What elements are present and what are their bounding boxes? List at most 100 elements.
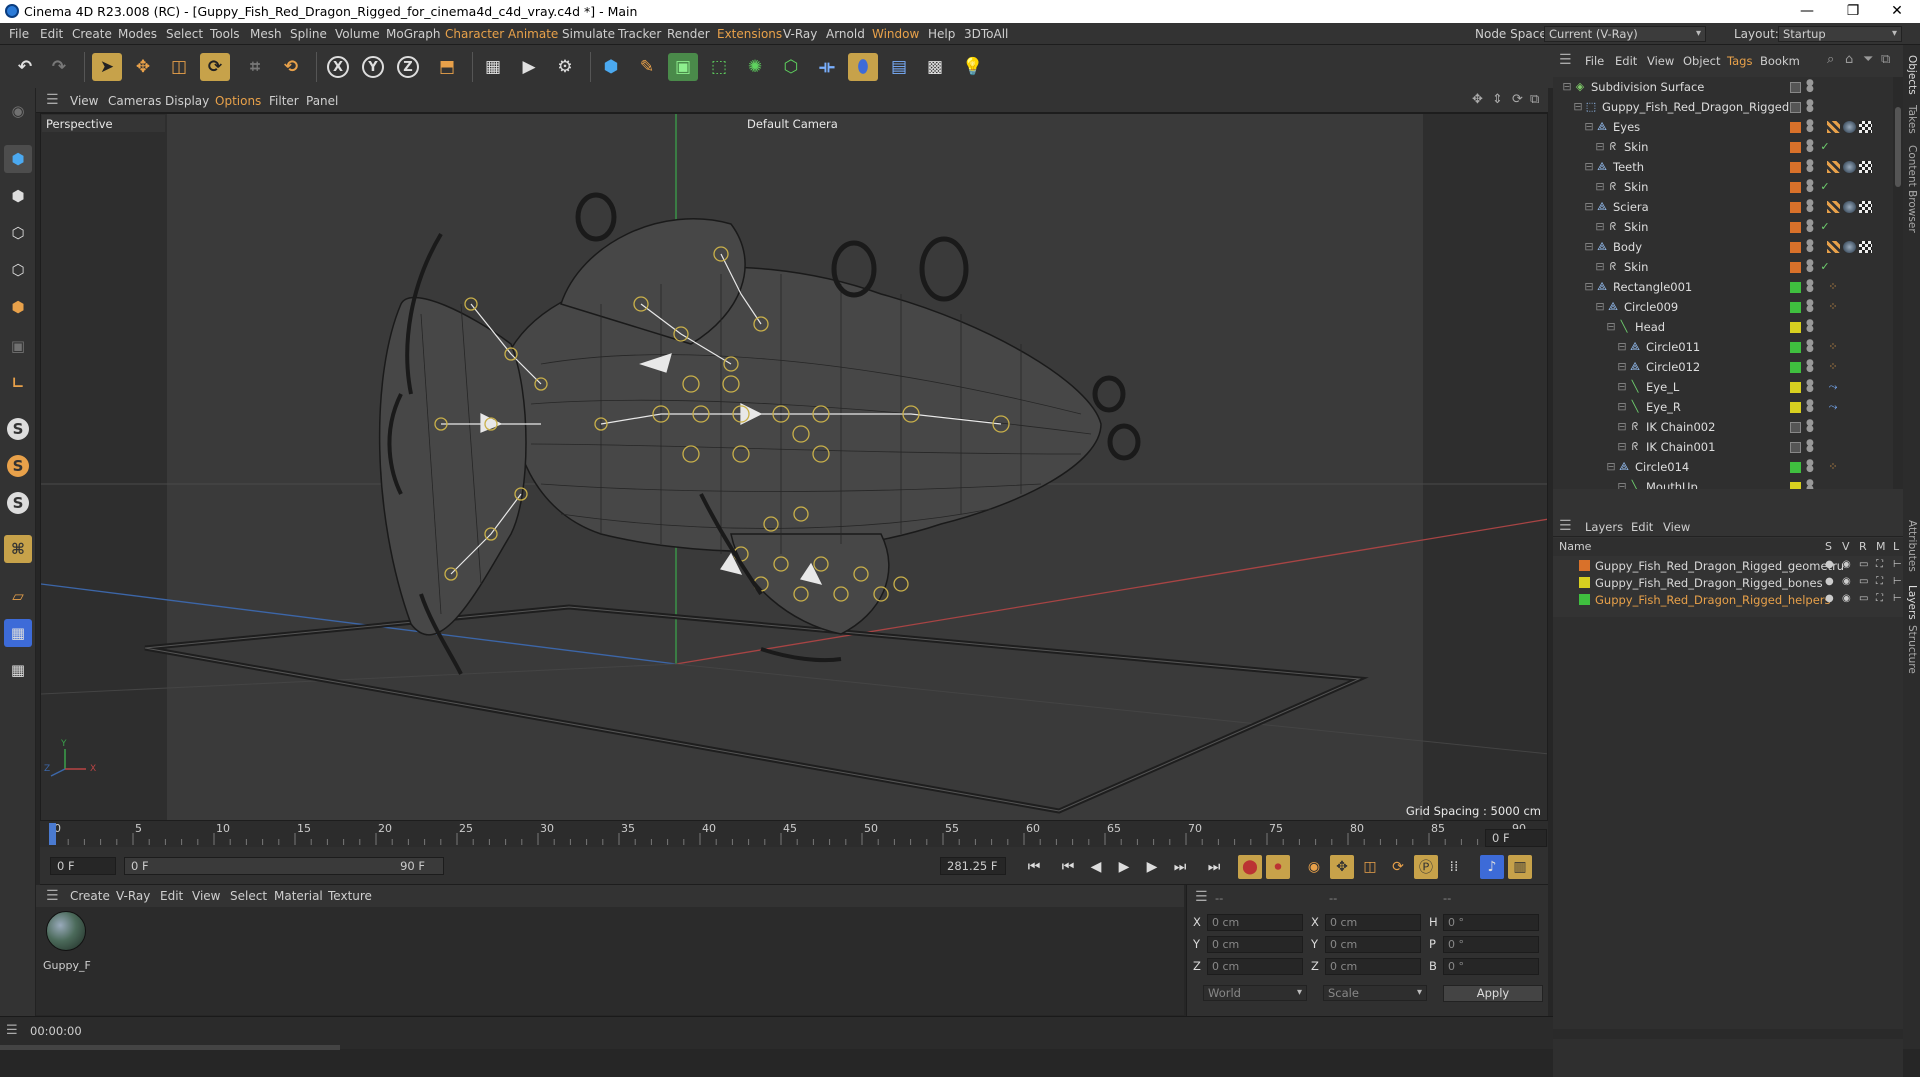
visibility-dots-icon[interactable]: ● ● [1806,359,1814,374]
object-name[interactable]: Head [1635,320,1665,334]
viewport-hamburger-icon[interactable]: ☰ [46,92,59,108]
rotation-p-field[interactable]: 0 ° [1443,936,1539,953]
current-time-field[interactable]: 281.25 F [940,857,1006,875]
object-name[interactable]: Body [1613,240,1642,254]
side-tab-layers[interactable]: Layers [1906,585,1918,620]
layer-color-swatch[interactable] [1790,182,1801,193]
menu-vray[interactable]: V-Ray [783,27,817,41]
key-parameter-button[interactable]: Ⓟ [1414,855,1438,879]
object-name[interactable]: Skin [1624,220,1648,234]
visibility-dots-icon[interactable]: ● ● [1806,319,1814,334]
floor-button[interactable]: ▤ [884,53,914,81]
camera-button[interactable]: ▩ [920,53,950,81]
ik-tag-icon[interactable]: ⤳ [1827,381,1839,393]
objects-menu-view[interactable]: View [1647,54,1674,68]
edges-mode-button[interactable]: ⬡ [4,256,32,284]
menu-spline[interactable]: Spline [290,27,327,41]
layer-color-swatch[interactable] [1790,162,1801,173]
tweak-mode-button[interactable]: ⌘ [4,535,32,563]
expand-toggle-icon[interactable]: ⊟ [1605,321,1617,333]
points-mode-button[interactable]: ⬡ [4,219,32,247]
visibility-dots-icon[interactable]: ● ● [1806,399,1814,414]
menu-volume[interactable]: Volume [335,27,380,41]
status-hamburger-icon[interactable]: ☰ [6,1023,18,1038]
bend-deformer-button[interactable]: ⬡ [776,53,806,81]
viewport-zoom-icon[interactable]: ⇕ [1492,92,1503,107]
object-row[interactable]: ⊟ ᖇ Skin ● ● ✓ [1553,137,1893,157]
select-tool-button[interactable]: ➤ [92,53,122,81]
light-button[interactable]: 💡 [958,53,988,81]
layer-color-swatch[interactable] [1790,382,1801,393]
menu-simulate[interactable]: Simulate [562,27,615,41]
menu-animate[interactable]: Animate [508,27,558,41]
object-row[interactable]: ⊟ ◈ Subdivision Surface ● ● [1553,77,1893,97]
snap-button[interactable]: S [4,415,32,443]
layers-menu-view[interactable]: View [1663,520,1690,534]
layer-name[interactable]: Guppy_Fish_Red_Dragon_Rigged_geometru [1595,559,1844,573]
expand-toggle-icon[interactable]: ⊟ [1616,441,1628,453]
menu-arnold[interactable]: Arnold [826,27,865,41]
constraint-tag-icon[interactable]: ⁘ [1827,301,1839,313]
material-menu-texture[interactable]: Texture [328,889,372,903]
menu-3dtoall[interactable]: 3DToAll [964,27,1008,41]
key-position-button[interactable]: ✥ [1330,855,1354,879]
side-tab-takes[interactable]: Takes [1906,105,1918,134]
object-name[interactable]: Sciera [1613,200,1649,214]
cube-button[interactable]: ⬢ [596,53,626,81]
material-preview-swatch[interactable] [46,911,86,951]
objects-menu-tags[interactable]: Tags [1727,54,1752,68]
visibility-dots-icon[interactable]: ● ● [1806,379,1814,394]
viewport-solo-button[interactable]: ▦ [4,656,32,684]
visibility-dots-icon[interactable]: ● ● [1806,219,1814,234]
viewport-menu-cameras[interactable]: Cameras [108,94,161,108]
expand-toggle-icon[interactable]: ⊟ [1605,461,1617,473]
layer-color-swatch[interactable] [1790,442,1801,453]
material-tag-icon[interactable] [1843,201,1856,213]
viewport-menu-display[interactable]: Display [165,94,209,108]
expand-toggle-icon[interactable]: ⊟ [1594,181,1606,193]
home-icon[interactable]: ⌂ [1845,52,1853,67]
objects-menu-object[interactable]: Object [1683,54,1720,68]
visible-eye-icon[interactable]: ◉ [1842,559,1851,570]
side-tab-attributes[interactable]: Attributes [1906,520,1918,572]
object-name[interactable]: Guppy_Fish_Red_Dragon_Rigged [1602,100,1789,114]
layers-menu-edit[interactable]: Edit [1631,520,1653,534]
layer-color-swatch[interactable] [1790,342,1801,353]
object-row[interactable]: ⊟ ╲ Eye_R ● ● ⤳ [1553,397,1893,417]
material-menu-edit[interactable]: Edit [160,889,183,903]
object-name[interactable]: Skin [1624,260,1648,274]
coordinate-mode-dropdown[interactable]: Scale [1323,985,1427,1001]
make-editable-button[interactable]: ◉ [4,97,32,125]
solo-dot-icon[interactable]: ● [1825,576,1834,587]
coordinate-space-dropdown[interactable]: World [1203,985,1307,1001]
camera-label[interactable]: Default Camera [747,117,838,131]
manager-icon[interactable]: ⛶ [1876,593,1883,604]
expand-toggle-icon[interactable]: ⊟ [1583,201,1595,213]
layer-color-swatch[interactable] [1790,402,1801,413]
object-row[interactable]: ⊟ ⟁ Circle014 ● ● ⁘ [1553,457,1893,477]
solo-dot-icon[interactable]: ● [1825,593,1834,604]
layer-row[interactable]: Guppy_Fish_Red_Dragon_Rigged_helpers ● ◉ ▭ ⛶… [1553,591,1903,608]
object-name[interactable]: Circle012 [1646,360,1700,374]
constraint-tag-icon[interactable]: ⁘ [1827,341,1839,353]
3d-viewport[interactable]: Perspective Default Camera Grid Spacing … [40,113,1548,821]
enabled-check-icon[interactable]: ✓ [1819,221,1831,233]
object-row[interactable]: ⊟ ⟁ Body ● ● [1553,237,1893,257]
object-row[interactable]: ⊟ ᖇ Skin ● ● ✓ [1553,217,1893,237]
material-tag-icon[interactable] [1843,161,1856,173]
object-name[interactable]: Circle009 [1624,300,1678,314]
playhead[interactable] [49,823,56,845]
visibility-dots-icon[interactable]: ● ● [1806,239,1814,254]
render-icon[interactable]: ▭ [1859,593,1868,604]
layer-color-swatch[interactable] [1790,222,1801,233]
material-name[interactable]: Guppy_F [43,959,91,972]
object-row[interactable]: ⊟ ⟁ Sciera ● ● [1553,197,1893,217]
layer-color-swatch[interactable] [1579,577,1590,588]
render-icon[interactable]: ▭ [1859,559,1868,570]
layer-color-swatch[interactable] [1790,202,1801,213]
layer-row[interactable]: Guppy_Fish_Red_Dragon_Rigged_bones ● ◉ ▭ ⛶ ⊢ [1553,574,1903,591]
menu-create[interactable]: Create [72,27,112,41]
object-name[interactable]: Circle011 [1646,340,1700,354]
texture-tag-icon[interactable] [1859,161,1872,173]
texture-tag-icon[interactable] [1859,121,1872,133]
